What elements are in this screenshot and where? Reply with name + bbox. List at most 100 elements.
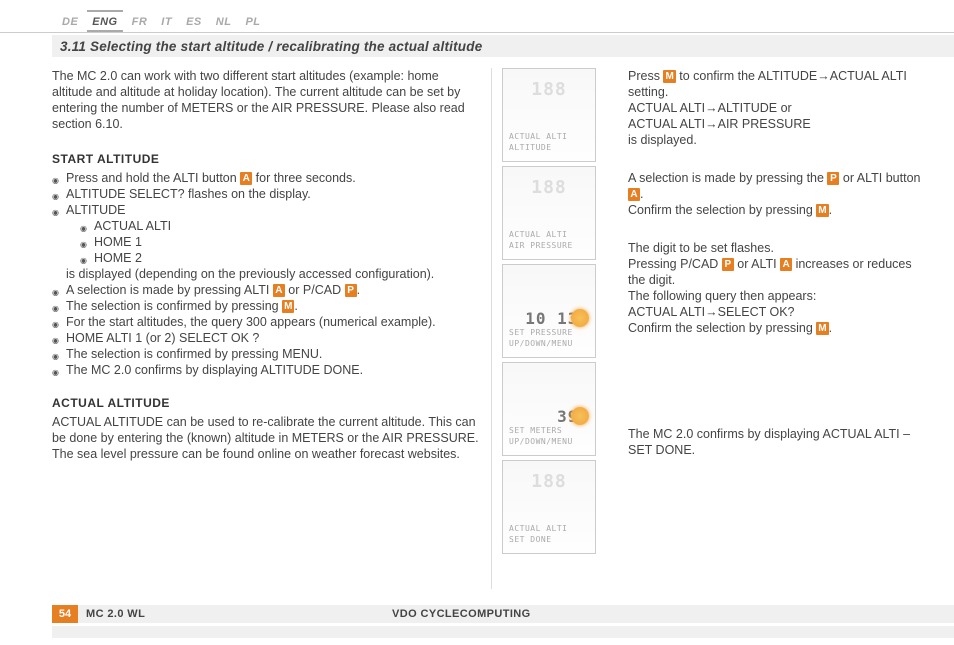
right-block-4: The MC 2.0 confirms by displaying ACTUAL…	[628, 426, 930, 458]
device-label-2: ALTITUDE	[509, 143, 552, 152]
text: Press	[628, 69, 663, 83]
menu-chip-icon: M	[663, 70, 675, 83]
start-altitude-list: Press and hold the ALTI button A for thr…	[52, 170, 481, 378]
start-altitude-heading: START ALTITUDE	[52, 152, 481, 166]
text: is displayed.	[628, 133, 697, 147]
language-tabs: DE ENG FR IT ES NL PL	[62, 16, 261, 28]
flash-indicator-icon	[571, 407, 589, 425]
device-label-2: UP/DOWN/MENU	[509, 339, 573, 348]
list-item: For the start altitudes, the query 300 a…	[52, 314, 481, 330]
lang-nl[interactable]: NL	[216, 16, 232, 28]
pcad-chip-icon: P	[345, 284, 357, 297]
device-segments	[511, 373, 587, 394]
altitude-sublist: ACTUAL ALTI HOME 1 HOME 2	[80, 218, 481, 266]
section-title: 3.11 Selecting the start altitude / reca…	[60, 39, 482, 54]
lang-pl[interactable]: PL	[245, 16, 260, 28]
manual-page: DE ENG FR IT ES NL PL 3.11 Selecting the…	[0, 0, 954, 645]
device-screenshot: 188 ACTUAL ALTI ALTITUDE	[502, 68, 596, 162]
lang-es[interactable]: ES	[186, 16, 202, 28]
right-block-1: Press M to confirm the ALTITUDE→ACTUAL A…	[628, 68, 930, 148]
lang-eng[interactable]: ENG	[92, 16, 117, 28]
text: .	[829, 321, 832, 335]
content-columns: The MC 2.0 can work with two different s…	[52, 68, 930, 589]
text: ACTUAL ALTI→ALTITUDE or	[628, 101, 792, 115]
page-footer: MC 2.0 WL VDO CYCLECOMPUTING 54	[0, 605, 954, 631]
actual-altitude-heading: ACTUAL ALTITUDE	[52, 396, 481, 410]
footer-brand: VDO CYCLECOMPUTING	[392, 608, 531, 620]
device-screenshot: 10 132 SET PRESSURE UP/DOWN/MENU	[502, 264, 596, 358]
menu-chip-icon: M	[816, 204, 828, 217]
top-divider	[0, 32, 954, 33]
footer-model: MC 2.0 WL	[86, 608, 145, 620]
text: The digit to be set flashes.	[628, 241, 774, 255]
device-label-1: SET PRESSURE	[509, 328, 573, 337]
text: Confirm the selection by pressing	[628, 203, 816, 217]
text: ALTITUDE	[66, 203, 126, 217]
text: .	[640, 187, 643, 201]
text: or ALTI button	[839, 171, 920, 185]
text: Confirm the selection by pressing	[628, 321, 816, 335]
text: A selection is made by pressing ALTI	[66, 283, 273, 297]
text: .	[294, 299, 297, 313]
device-label-1: ACTUAL ALTI	[509, 230, 567, 239]
list-item: HOME 1	[80, 234, 481, 250]
text: The following query then appears:	[628, 289, 816, 303]
column-left: The MC 2.0 can work with two different s…	[52, 68, 492, 589]
footer-bottom-strip	[52, 626, 954, 638]
text: Press and hold the ALTI button	[66, 171, 240, 185]
list-item: The selection is confirmed by pressing M…	[52, 298, 481, 314]
text: ACTUAL ALTI→SELECT OK?	[628, 305, 795, 319]
device-label-2: SET DONE	[509, 535, 552, 544]
column-right: Press M to confirm the ALTITUDE→ACTUAL A…	[612, 68, 930, 589]
pcad-chip-icon: P	[827, 172, 839, 185]
actual-altitude-block: ACTUAL ALTITUDE ACTUAL ALTITUDE can be u…	[52, 396, 481, 462]
device-segments: 188	[511, 177, 587, 198]
list-item: ALTITUDE SELECT? flashes on the display.	[52, 186, 481, 202]
device-label-1: ACTUAL ALTI	[509, 132, 567, 141]
footer-bar: MC 2.0 WL VDO CYCLECOMPUTING	[52, 605, 954, 623]
list-trailing-text: is displayed (depending on the previousl…	[66, 266, 481, 282]
list-item: HOME ALTI 1 (or 2) SELECT OK ?	[52, 330, 481, 346]
device-segments	[511, 275, 587, 296]
right-block-3: The digit to be set flashes. Pressing P/…	[628, 240, 930, 336]
list-item: The MC 2.0 confirms by displaying ALTITU…	[52, 362, 481, 378]
device-segments: 188	[511, 471, 587, 492]
device-screenshot-stack: 188 ACTUAL ALTI ALTITUDE 188 ACTUAL ALTI…	[502, 68, 602, 554]
device-screenshot: 398 SET METERS UP/DOWN/MENU	[502, 362, 596, 456]
list-item: A selection is made by pressing ALTI A o…	[52, 282, 481, 298]
device-screenshot: 188 ACTUAL ALTI SET DONE	[502, 460, 596, 554]
lang-de[interactable]: DE	[62, 16, 78, 28]
alti-chip-icon: A	[273, 284, 285, 297]
actual-altitude-text: ACTUAL ALTITUDE can be used to re-calibr…	[52, 414, 481, 462]
device-label-2: AIR PRESSURE	[509, 241, 573, 250]
list-item: ALTITUDE ACTUAL ALTI HOME 1 HOME 2 is di…	[52, 202, 481, 282]
alti-chip-icon: A	[780, 258, 792, 271]
text: .	[829, 203, 832, 217]
intro-paragraph: The MC 2.0 can work with two different s…	[52, 68, 481, 132]
text: The selection is confirmed by pressing	[66, 299, 282, 313]
device-segments: 188	[511, 79, 587, 100]
text: or P/CAD	[285, 283, 345, 297]
text: A selection is made by pressing the	[628, 171, 827, 185]
list-item: HOME 2	[80, 250, 481, 266]
alti-chip-icon: A	[240, 172, 252, 185]
list-item: ACTUAL ALTI	[80, 218, 481, 234]
device-label-1: SET METERS	[509, 426, 562, 435]
device-screenshot: 188 ACTUAL ALTI AIR PRESSURE	[502, 166, 596, 260]
lang-fr[interactable]: FR	[132, 16, 148, 28]
footer-page-number: 54	[52, 605, 78, 623]
pcad-chip-icon: P	[722, 258, 734, 271]
menu-chip-icon: M	[816, 322, 828, 335]
section-header: 3.11 Selecting the start altitude / reca…	[52, 35, 954, 57]
text: or ALTI	[734, 257, 780, 271]
lang-it[interactable]: IT	[161, 16, 172, 28]
menu-chip-icon: M	[282, 300, 294, 313]
device-label-2: UP/DOWN/MENU	[509, 437, 573, 446]
text: for three seconds.	[252, 171, 356, 185]
text: ACTUAL ALTI→AIR PRESSURE	[628, 117, 811, 131]
alti-chip-icon: A	[628, 188, 640, 201]
device-label-1: ACTUAL ALTI	[509, 524, 567, 533]
text: Pressing P/CAD	[628, 257, 722, 271]
column-devices: 188 ACTUAL ALTI ALTITUDE 188 ACTUAL ALTI…	[492, 68, 612, 589]
right-block-2: A selection is made by pressing the P or…	[628, 170, 930, 218]
